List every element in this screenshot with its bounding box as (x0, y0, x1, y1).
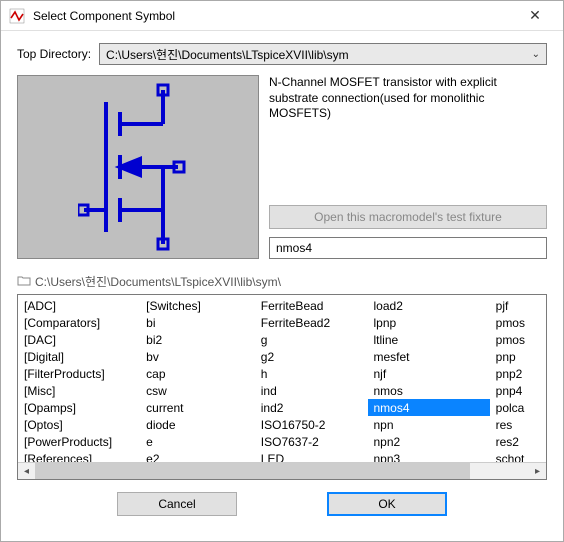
list-item[interactable]: ISO7637-2 (255, 433, 368, 450)
list-item[interactable]: ISO16750-2 (255, 416, 368, 433)
list-item[interactable]: [Switches] (140, 297, 255, 314)
list-item[interactable]: npn (368, 416, 490, 433)
list-column: load2lpnpltlinemesfetnjfnmosnmos4npnnpn2… (368, 297, 490, 461)
list-item[interactable]: [ADC] (18, 297, 140, 314)
horizontal-scrollbar[interactable]: ◂ ▸ (18, 462, 546, 479)
list-item[interactable]: [DAC] (18, 331, 140, 348)
list-item[interactable]: polca (490, 399, 546, 416)
list-item[interactable]: current (140, 399, 255, 416)
close-button[interactable]: ✕ (515, 7, 555, 24)
symbol-preview (17, 75, 259, 259)
list-item[interactable]: njf (368, 365, 490, 382)
list-item[interactable]: pmos (490, 331, 546, 348)
chevron-down-icon: ⌄ (532, 49, 540, 60)
list-item[interactable]: bi2 (140, 331, 255, 348)
list-item[interactable]: pnp (490, 348, 546, 365)
list-item[interactable]: pmos (490, 314, 546, 331)
mid-section: N-Channel MOSFET transistor with explici… (17, 75, 547, 259)
list-item[interactable]: g2 (255, 348, 368, 365)
topdir-row: Top Directory: C:\Users\현진\Documents\LTs… (17, 43, 547, 65)
list-item[interactable]: cap (140, 365, 255, 382)
list-item[interactable]: [Digital] (18, 348, 140, 365)
component-list[interactable]: [ADC][Comparators][DAC][Digital][FilterP… (17, 294, 547, 480)
path-row: C:\Users\현진\Documents\LTspiceXVII\lib\sy… (17, 273, 547, 290)
open-test-fixture-button[interactable]: Open this macromodel's test fixture (269, 205, 547, 229)
content: Top Directory: C:\Users\현진\Documents\LTs… (1, 31, 563, 524)
list-item[interactable]: [Optos] (18, 416, 140, 433)
ok-button[interactable]: OK (327, 492, 447, 516)
list-item[interactable]: ltline (368, 331, 490, 348)
dialog-window: Select Component Symbol ✕ Top Directory:… (0, 0, 564, 542)
list-item[interactable]: [Comparators] (18, 314, 140, 331)
list-item[interactable]: [FilterProducts] (18, 365, 140, 382)
list-item[interactable]: h (255, 365, 368, 382)
topdir-value: C:\Users\현진\Documents\LTspiceXVII\lib\sy… (106, 46, 349, 63)
list-item[interactable]: diode (140, 416, 255, 433)
list-item[interactable]: ind (255, 382, 368, 399)
list-item[interactable]: pnp4 (490, 382, 546, 399)
list-item[interactable]: csw (140, 382, 255, 399)
scrollbar-track[interactable] (35, 463, 529, 479)
topdir-select[interactable]: C:\Users\현진\Documents\LTspiceXVII\lib\sy… (99, 43, 547, 65)
list-item[interactable]: lpnp (368, 314, 490, 331)
list-item[interactable]: load2 (368, 297, 490, 314)
list-item[interactable]: [Misc] (18, 382, 140, 399)
scroll-left-icon[interactable]: ◂ (18, 466, 35, 477)
list-item[interactable]: pjf (490, 297, 546, 314)
list-item[interactable]: res2 (490, 433, 546, 450)
list-item[interactable]: nmos (368, 382, 490, 399)
cancel-button[interactable]: Cancel (117, 492, 237, 516)
scrollbar-thumb[interactable] (35, 463, 470, 479)
window-title: Select Component Symbol (33, 9, 515, 23)
app-icon (9, 8, 25, 24)
folder-icon (17, 274, 31, 289)
list-item[interactable]: pnp2 (490, 365, 546, 382)
titlebar: Select Component Symbol ✕ (1, 1, 563, 31)
component-search-input[interactable] (269, 237, 547, 259)
list-item[interactable]: mesfet (368, 348, 490, 365)
list-item[interactable]: ind2 (255, 399, 368, 416)
list-column: pjfpmospmospnppnp2pnp4polcaresres2schotS… (490, 297, 546, 461)
list-column: [Switches]bibi2bvcapcswcurrentdiodeee2f (140, 297, 255, 461)
list-item[interactable]: bv (140, 348, 255, 365)
topdir-label: Top Directory: (17, 47, 91, 61)
button-row: Cancel OK (17, 492, 547, 516)
list-item[interactable]: nmos4 (368, 399, 490, 416)
list-item[interactable]: res (490, 416, 546, 433)
list-item[interactable]: bi (140, 314, 255, 331)
list-item[interactable]: npn2 (368, 433, 490, 450)
list-column: FerriteBeadFerriteBead2gg2hindind2ISO167… (255, 297, 368, 461)
scroll-right-icon[interactable]: ▸ (529, 466, 546, 477)
list-item[interactable]: FerriteBead (255, 297, 368, 314)
list-item[interactable]: g (255, 331, 368, 348)
component-description: N-Channel MOSFET transistor with explici… (269, 75, 547, 205)
right-column: N-Channel MOSFET transistor with explici… (269, 75, 547, 259)
nmos4-symbol-icon (78, 82, 198, 252)
list-item[interactable]: [PowerProducts] (18, 433, 140, 450)
list-item[interactable]: FerriteBead2 (255, 314, 368, 331)
list-item[interactable]: e (140, 433, 255, 450)
list-item[interactable]: [Opamps] (18, 399, 140, 416)
current-path: C:\Users\현진\Documents\LTspiceXVII\lib\sy… (35, 273, 281, 290)
list-column: [ADC][Comparators][DAC][Digital][FilterP… (18, 297, 140, 461)
